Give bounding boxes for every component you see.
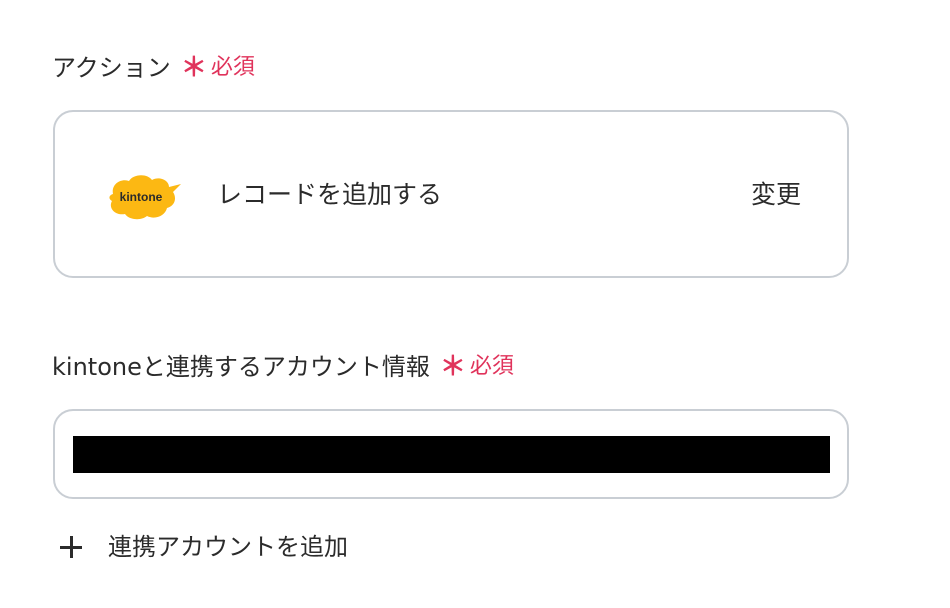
required-asterisk: ＊ [439, 352, 466, 382]
add-account-label: 連携アカウントを追加 [108, 533, 348, 561]
plus-icon [58, 534, 84, 560]
required-text: 必須 [210, 55, 255, 80]
required-badge: ＊ 必須 [440, 351, 514, 383]
account-label-text: kintoneと連携するアカウント情報 [52, 353, 430, 381]
kintone-logo: kintone [109, 175, 181, 220]
required-text: 必須 [469, 354, 514, 379]
action-card[interactable]: kintone レコードを追加する 変更 [53, 110, 849, 278]
action-label-text: アクション [52, 54, 171, 82]
kintone-logo-text: kintone [120, 190, 163, 204]
account-label: kintoneと連携するアカウント情報 ＊ 必須 [52, 351, 514, 383]
redacted-account-value [73, 436, 830, 473]
action-label: アクション ＊ 必須 [52, 52, 255, 84]
change-button[interactable]: 変更 [751, 178, 801, 212]
action-name: レコードを追加する [217, 180, 443, 209]
account-select[interactable] [53, 409, 849, 499]
required-asterisk: ＊ [180, 53, 207, 83]
add-account-button[interactable]: 連携アカウントを追加 [58, 530, 348, 564]
required-badge: ＊ 必須 [181, 52, 255, 84]
